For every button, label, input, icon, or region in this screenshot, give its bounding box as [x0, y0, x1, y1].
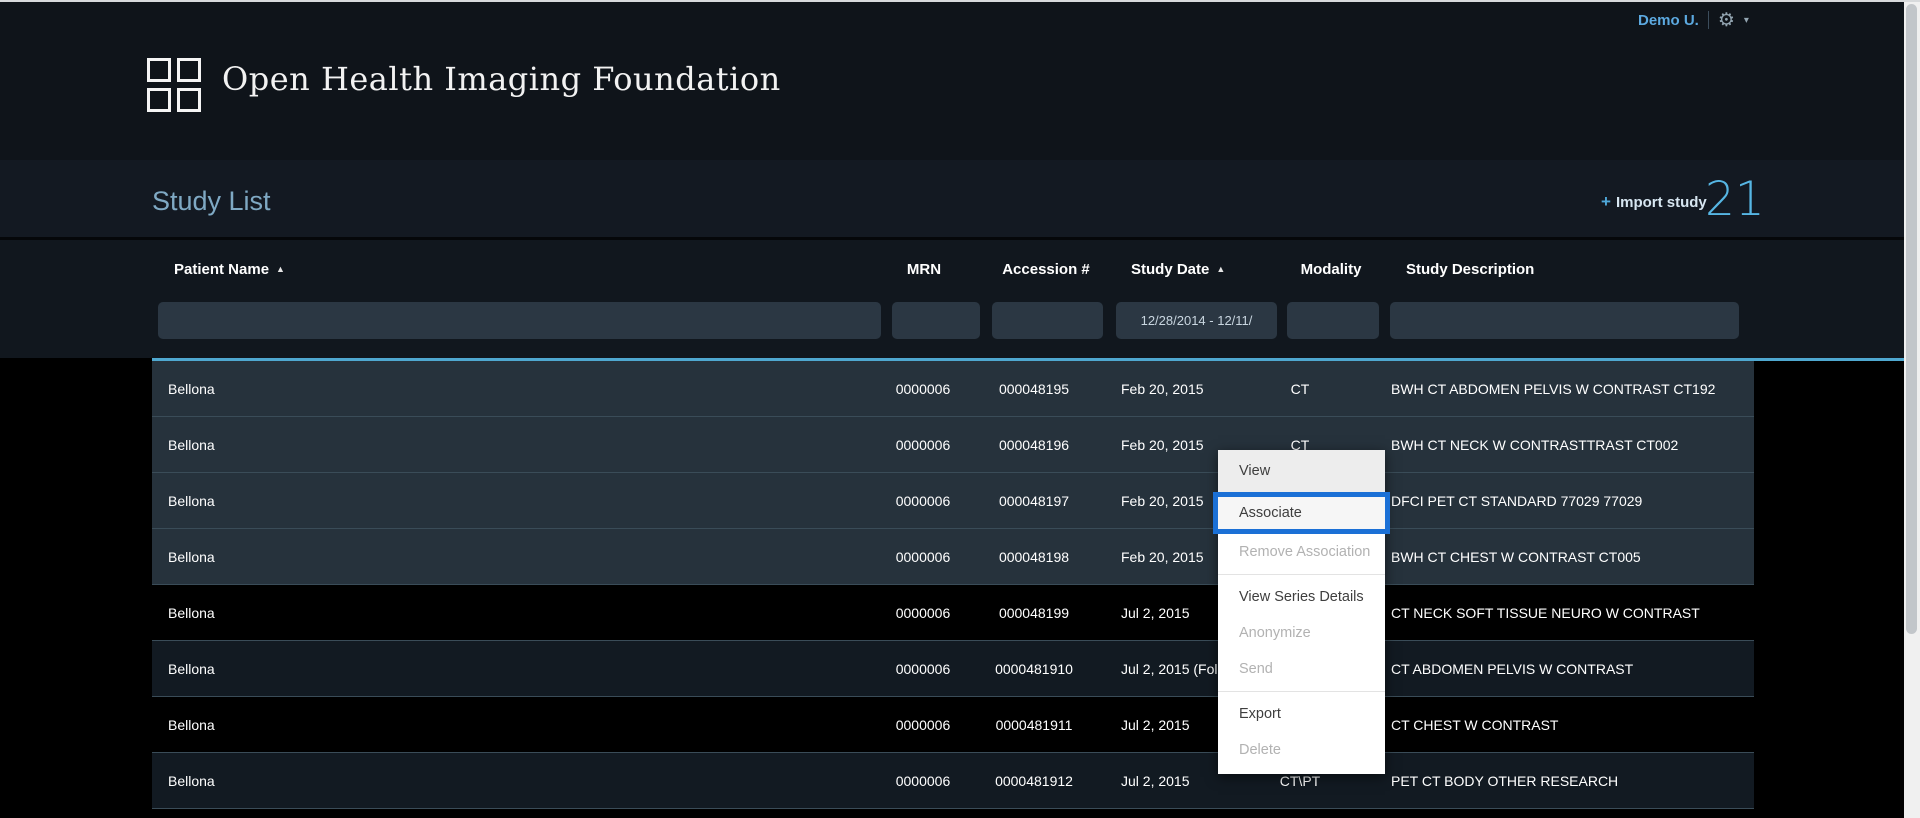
sort-ascending-icon: ▲ — [1216, 264, 1225, 274]
mrn-cell: 0000006 — [892, 585, 954, 640]
context-menu-item-delete: Delete — [1218, 732, 1385, 768]
context-menu-item-remove-association: Remove Association — [1218, 534, 1385, 570]
column-header-study-date[interactable]: Study Date▲ — [1131, 261, 1225, 278]
context-menu-item-send: Send — [1218, 651, 1385, 687]
column-header-modality[interactable]: Modality — [1291, 261, 1371, 278]
app-header: Open Health Imaging Foundation Demo U. ⚙… — [0, 0, 1920, 160]
accession-cell: 000048195 — [974, 361, 1094, 416]
table-row[interactable]: Bellona 0000006 0000481912 Jul 2, 2015 C… — [152, 753, 1754, 809]
user-menu-button[interactable]: Demo U. — [1638, 12, 1699, 29]
table-header-section: Patient Name▲ MRN Accession # Study Date… — [0, 240, 1920, 358]
user-area: Demo U. ⚙ ▾ — [1638, 8, 1749, 32]
study-description-filter-input[interactable] — [1390, 302, 1739, 339]
ohif-study-list-page: Open Health Imaging Foundation Demo U. ⚙… — [0, 0, 1920, 818]
import-study-label: Import study — [1616, 194, 1707, 211]
mrn-cell: 0000006 — [892, 753, 954, 808]
study-date-cell: Jul 2, 2015 — [1121, 697, 1190, 752]
study-date-cell: Jul 2, 2015 — [1121, 753, 1190, 808]
context-menu-item-export[interactable]: Export — [1218, 696, 1385, 732]
study-description-cell: CT NECK SOFT TISSUE NEURO W CONTRAST — [1391, 585, 1700, 640]
patient-name-cell: Bellona — [168, 529, 215, 584]
accession-filter-input[interactable] — [992, 302, 1103, 339]
sort-ascending-icon: ▲ — [276, 264, 285, 274]
import-study-button[interactable]: + Import study — [1601, 192, 1707, 212]
modality-filter-input[interactable] — [1287, 302, 1379, 339]
table-top-accent-line — [152, 358, 1904, 361]
study-date-cell: Feb 20, 2015 — [1121, 473, 1204, 528]
column-header-mrn[interactable]: MRN — [893, 261, 955, 278]
context-menu-item-view-series-details[interactable]: View Series Details — [1218, 579, 1385, 615]
study-date-cell: Feb 20, 2015 — [1121, 417, 1204, 472]
app-title: Open Health Imaging Foundation — [222, 60, 781, 98]
mrn-cell: 0000006 — [892, 641, 954, 696]
table-row[interactable]: Bellona 0000006 000048197 Feb 20, 2015 D… — [152, 473, 1754, 529]
scrollbar-thumb[interactable] — [1906, 4, 1917, 634]
menu-divider — [1218, 574, 1385, 575]
menu-divider — [1218, 691, 1385, 692]
study-description-cell: BWH CT ABDOMEN PELVIS W CONTRAST CT192 — [1391, 361, 1715, 416]
accession-cell: 0000481911 — [974, 697, 1094, 752]
column-header-study-description[interactable]: Study Description — [1406, 261, 1534, 278]
table-row[interactable]: Bellona 0000006 0000481910 Jul 2, 2015 (… — [152, 641, 1754, 697]
study-description-cell: BWH CT CHEST W CONTRAST CT005 — [1391, 529, 1641, 584]
mrn-cell: 0000006 — [892, 473, 954, 528]
patient-name-cell: Bellona — [168, 697, 215, 752]
accession-cell: 0000481912 — [974, 753, 1094, 808]
table-row[interactable]: Bellona 0000006 0000481911 Jul 2, 2015 C… — [152, 697, 1754, 753]
gear-icon[interactable]: ⚙ — [1718, 11, 1735, 30]
study-date-cell: Jul 2, 2015 — [1121, 585, 1190, 640]
scrollbar-track[interactable] — [1904, 0, 1920, 818]
study-description-cell: BWH CT NECK W CONTRASTTRAST CT002 — [1391, 417, 1678, 472]
context-menu-item-anonymize: Anonymize — [1218, 615, 1385, 651]
patient-name-cell: Bellona — [168, 361, 215, 416]
accession-cell: 000048198 — [974, 529, 1094, 584]
study-description-cell: CT ABDOMEN PELVIS W CONTRAST — [1391, 641, 1633, 696]
accession-cell: 000048199 — [974, 585, 1094, 640]
context-menu-item-view[interactable]: View — [1218, 450, 1385, 492]
patient-name-cell: Bellona — [168, 585, 215, 640]
patient-name-cell: Bellona — [168, 417, 215, 472]
study-date-cell: Feb 20, 2015 — [1121, 529, 1204, 584]
study-date-cell: Jul 2, 2015 (Follo — [1121, 641, 1228, 696]
mrn-cell: 0000006 — [892, 417, 954, 472]
column-header-patient-name[interactable]: Patient Name▲ — [174, 261, 285, 278]
study-date-cell: Feb 20, 2015 — [1121, 361, 1204, 416]
study-context-menu: ViewAssociateRemove AssociationView Seri… — [1218, 450, 1385, 774]
modality-cell: CT — [1260, 361, 1340, 416]
study-rows: Bellona 0000006 000048195 Feb 20, 2015 C… — [152, 361, 1754, 809]
table-row[interactable]: Bellona 0000006 000048199 Jul 2, 2015 CT… — [152, 585, 1754, 641]
study-date-filter-input[interactable] — [1116, 302, 1277, 339]
table-row[interactable]: Bellona 0000006 000048198 Feb 20, 2015 B… — [152, 529, 1754, 585]
chevron-down-icon[interactable]: ▾ — [1744, 15, 1749, 26]
study-description-cell: DFCI PET CT STANDARD 77029 77029 — [1391, 473, 1642, 528]
column-header-accession[interactable]: Accession # — [986, 261, 1106, 278]
divider — [1708, 11, 1709, 29]
mrn-cell: 0000006 — [892, 529, 954, 584]
ohif-logo-icon — [147, 58, 201, 112]
mrn-cell: 0000006 — [892, 697, 954, 752]
patient-name-cell: Bellona — [168, 641, 215, 696]
patient-name-filter-input[interactable] — [158, 302, 881, 339]
mrn-cell: 0000006 — [892, 361, 954, 416]
accession-cell: 0000481910 — [974, 641, 1094, 696]
patient-name-cell: Bellona — [168, 753, 215, 808]
study-description-cell: PET CT BODY OTHER RESEARCH — [1391, 753, 1618, 808]
accession-cell: 000048197 — [974, 473, 1094, 528]
page-title: Study List — [152, 186, 271, 217]
table-row[interactable]: Bellona 0000006 000048195 Feb 20, 2015 C… — [152, 361, 1754, 417]
study-count: 21 — [1705, 172, 1765, 227]
context-menu-item-associate[interactable]: Associate — [1213, 492, 1390, 534]
study-description-cell: CT CHEST W CONTRAST — [1391, 697, 1559, 752]
mrn-filter-input[interactable] — [892, 302, 980, 339]
accession-cell: 000048196 — [974, 417, 1094, 472]
plus-icon: + — [1601, 192, 1611, 211]
window-top-edge — [0, 0, 1920, 2]
patient-name-cell: Bellona — [168, 473, 215, 528]
table-row[interactable]: Bellona 0000006 000048196 Feb 20, 2015 C… — [152, 417, 1754, 473]
